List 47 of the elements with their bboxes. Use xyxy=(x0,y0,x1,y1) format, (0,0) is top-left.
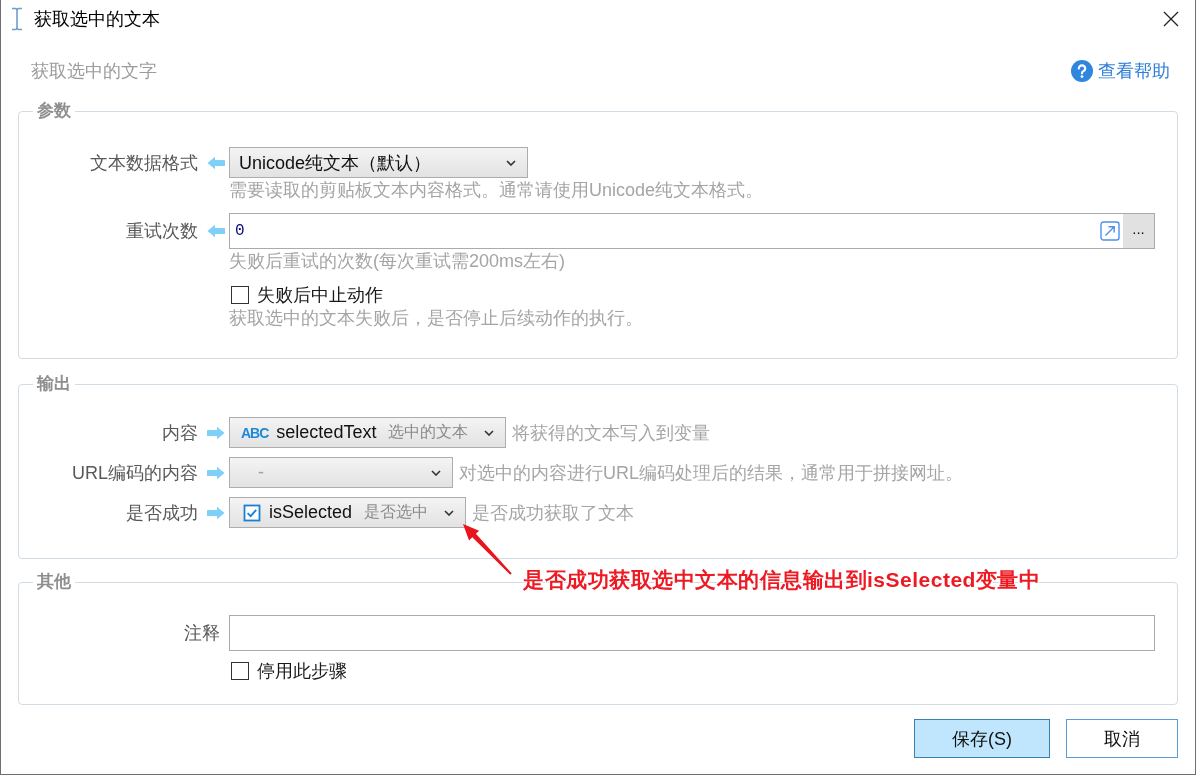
checkbox-label[interactable]: 失败后中止动作 xyxy=(257,284,383,306)
variable-dropdown[interactable]: ABC selectedText 选中的文本 xyxy=(229,417,507,448)
checkbox[interactable] xyxy=(231,662,249,680)
group-title: 输出 xyxy=(35,373,72,395)
text-cursor-icon xyxy=(11,7,23,31)
dialog-subtitle: 获取选中的文字 xyxy=(31,60,157,83)
annotation-text: 是否成功获取选中文本的信息输出到isSelected变量中 xyxy=(523,567,1041,593)
chevron-down-icon xyxy=(431,469,441,476)
group-title: 其他 xyxy=(36,571,72,593)
hint-text: 将获得的文本写入到变量 xyxy=(512,421,711,445)
field-label: 内容 xyxy=(162,421,198,445)
hint-text: 失败后重试的次数(每次重试需200ms左右) xyxy=(229,251,566,271)
variable-dropdown[interactable]: isSelected 是否选中 xyxy=(229,497,467,528)
help-link[interactable]: 查看帮助 xyxy=(1071,59,1170,83)
dialog-button[interactable]: 取消 xyxy=(1066,719,1178,758)
chevron-down-icon xyxy=(484,429,495,436)
field-label: 文本数据格式 xyxy=(90,151,198,175)
abc-icon: ABC xyxy=(241,424,269,441)
dialog-button[interactable]: 保存(S) xyxy=(914,719,1050,758)
field-label: 重试次数 xyxy=(126,220,198,243)
more-button[interactable]: ... xyxy=(1123,214,1154,248)
hint-text: 获取选中的文本失败后，是否停止后续动作的执行。 xyxy=(229,308,644,328)
field-label: URL编码的内容 xyxy=(72,461,198,485)
close-button[interactable] xyxy=(1163,11,1179,27)
help-icon xyxy=(1071,60,1093,82)
text-field[interactable] xyxy=(229,615,1155,651)
dropdown[interactable]: Unicode纯文本（默认） xyxy=(229,147,528,178)
arrow-left-icon xyxy=(207,155,225,170)
window-title: 获取选中的文本 xyxy=(34,8,160,31)
arrow-right-icon xyxy=(207,465,225,480)
arrow-right-icon xyxy=(207,425,225,440)
hint-text: 需要读取的剪贴板文本内容格式。通常请使用Unicode纯文本格式。 xyxy=(229,180,765,200)
chevron-down-icon xyxy=(444,509,455,516)
expand-icon[interactable] xyxy=(1100,221,1120,241)
arrow-right-icon xyxy=(207,505,225,520)
group-title: 参数 xyxy=(36,100,72,122)
hint-text: 是否成功获取了文本 xyxy=(472,501,635,525)
text-field[interactable]: 0 ... xyxy=(229,213,1155,249)
hint-text: 对选中的内容进行URL编码处理后的结果，通常用于拼接网址。 xyxy=(459,461,963,485)
field-label: 注释 xyxy=(184,622,220,645)
close-icon xyxy=(1163,11,1179,27)
checked-box-icon xyxy=(243,503,261,522)
chevron-down-icon xyxy=(506,159,516,166)
field-label: 是否成功 xyxy=(126,501,198,525)
arrow-left-icon xyxy=(207,224,225,238)
checkbox[interactable] xyxy=(231,286,249,304)
checkbox-label[interactable]: 停用此步骤 xyxy=(257,660,347,682)
